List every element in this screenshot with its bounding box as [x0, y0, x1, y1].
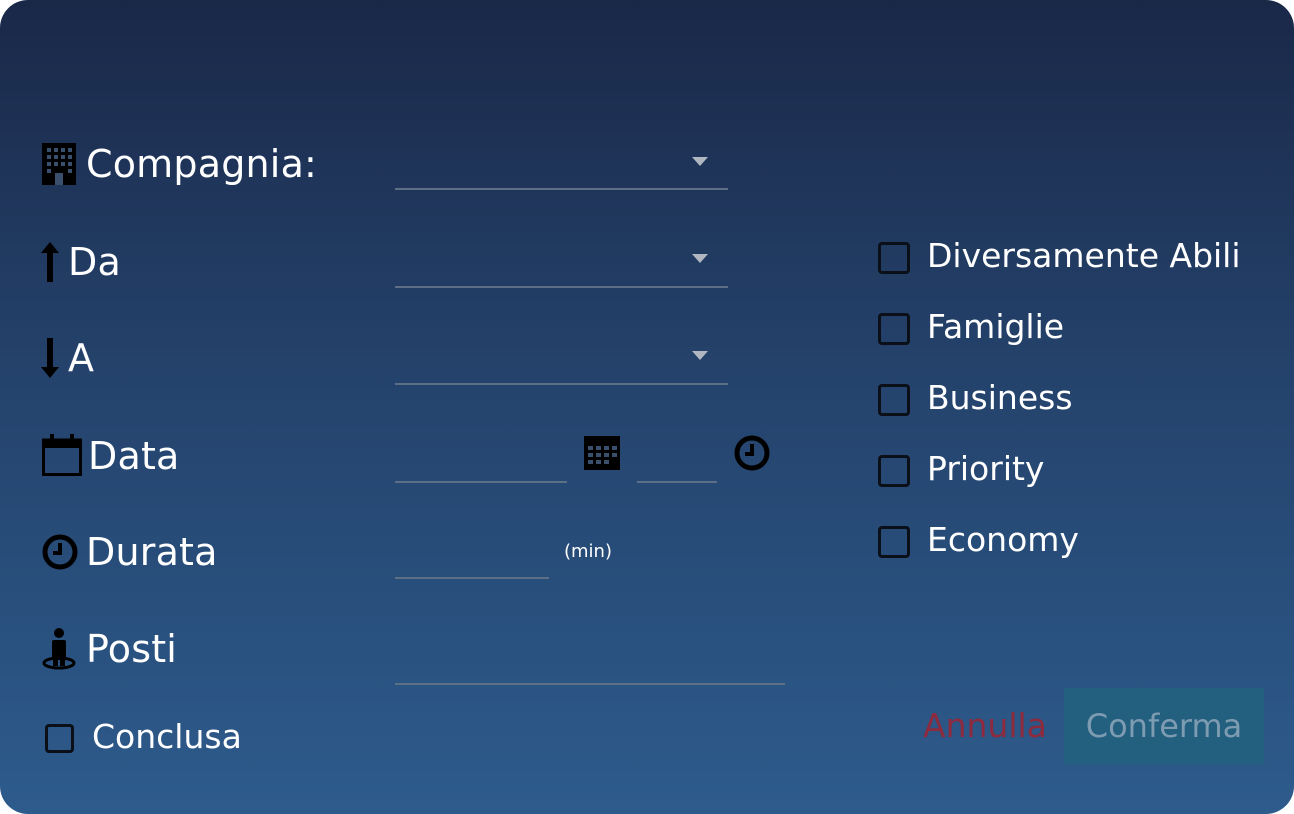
company-underline: [395, 188, 728, 190]
option-label: Economy: [927, 520, 1079, 559]
building-icon: [42, 143, 76, 185]
from-underline: [395, 286, 728, 288]
duration-unit: (min): [564, 541, 612, 562]
chevron-down-icon: [692, 254, 708, 263]
company-label: Compagnia:: [86, 142, 318, 186]
person-icon: [42, 628, 76, 670]
cancel-button[interactable]: Annulla: [923, 706, 1047, 746]
option-label: Diversamente Abili: [927, 236, 1241, 275]
option-checkbox[interactable]: [878, 242, 910, 274]
option-checkbox[interactable]: [878, 313, 910, 345]
from-dropdown[interactable]: [395, 238, 728, 288]
confirm-button[interactable]: Conferma: [1064, 688, 1264, 764]
date-input[interactable]: [395, 432, 567, 484]
to-label: A: [68, 336, 95, 380]
to-dropdown[interactable]: [395, 335, 728, 385]
date-underline: [395, 481, 567, 483]
completed-label: Conclusa: [92, 717, 242, 756]
seats-input[interactable]: [395, 634, 785, 686]
option-checkbox[interactable]: [878, 455, 910, 487]
to-underline: [395, 383, 728, 385]
seats-underline: [395, 683, 785, 685]
completed-checkbox[interactable]: [45, 724, 74, 753]
time-underline: [637, 481, 717, 483]
option-checkbox[interactable]: [878, 384, 910, 416]
arrow-down-icon: [41, 338, 59, 378]
duration-label: Durata: [86, 530, 218, 574]
company-dropdown[interactable]: [395, 140, 728, 190]
date-label: Data: [88, 434, 180, 478]
calendar-icon: [42, 434, 82, 476]
from-label: Da: [68, 240, 121, 284]
clock-icon: [42, 534, 78, 570]
chevron-down-icon: [692, 351, 708, 360]
chevron-down-icon: [692, 157, 708, 166]
option-label: Priority: [927, 449, 1045, 488]
calendar-picker-icon[interactable]: [584, 434, 620, 470]
option-label: Business: [927, 378, 1073, 417]
duration-input[interactable]: [395, 528, 549, 580]
time-input[interactable]: [637, 432, 717, 484]
clock-picker-icon[interactable]: [734, 435, 770, 471]
option-checkbox[interactable]: [878, 526, 910, 558]
flight-form-panel: Compagnia: Da A Data Durata (min) Posti …: [0, 0, 1294, 814]
option-label: Famiglie: [927, 307, 1065, 346]
seats-label: Posti: [86, 627, 178, 671]
duration-underline: [395, 577, 549, 579]
arrow-up-icon: [41, 242, 59, 282]
